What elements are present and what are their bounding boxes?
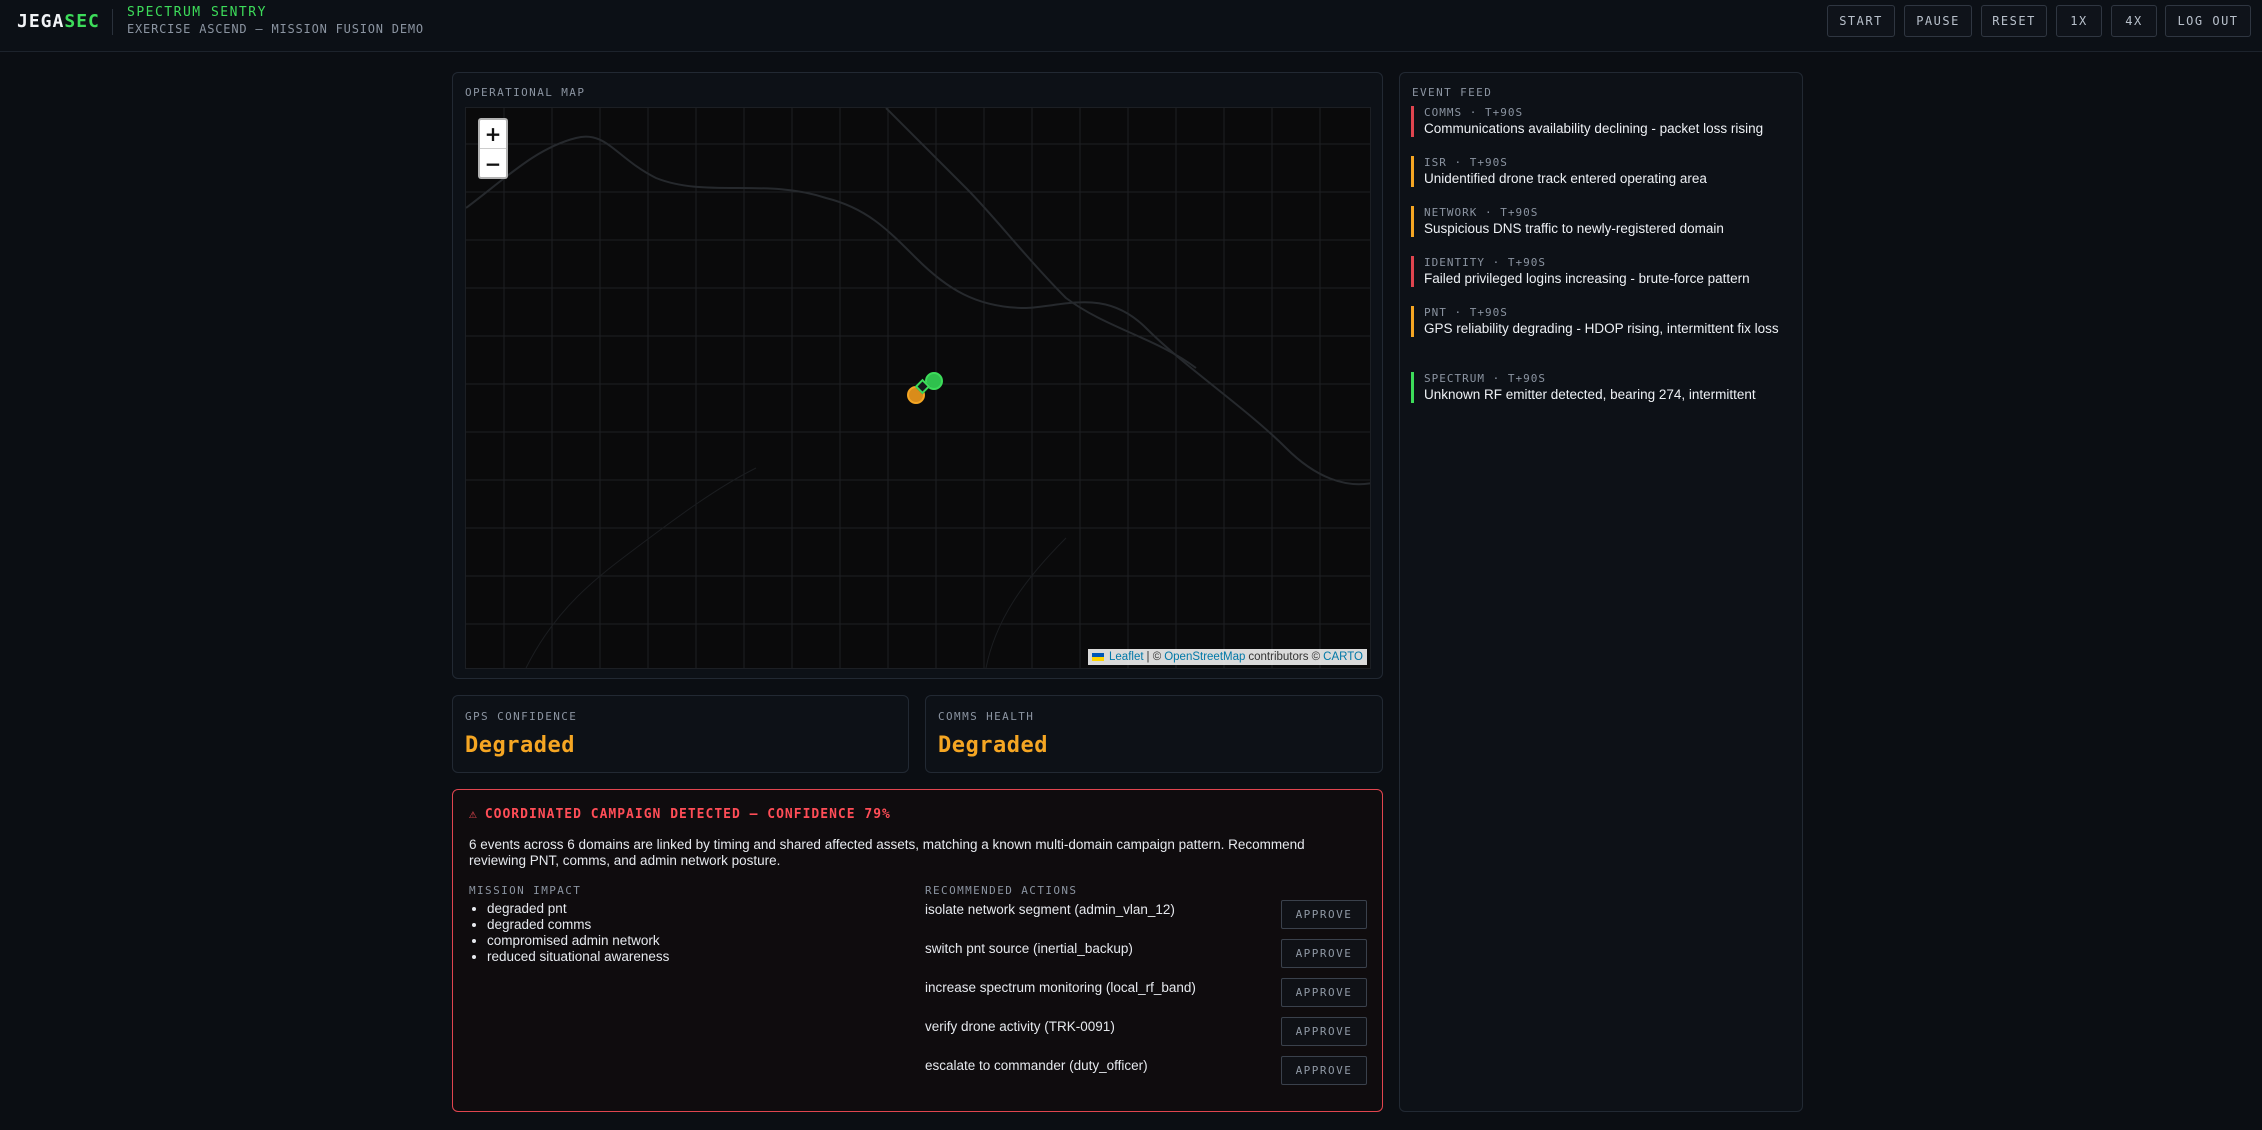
pause-button[interactable]: PAUSE	[1904, 5, 1972, 37]
action-item: increase spectrum monitoring (local_rf_b…	[925, 980, 1196, 995]
osm-link[interactable]: OpenStreetMap	[1164, 651, 1245, 663]
event-meta: IDENTITY · T+90S	[1424, 256, 1546, 269]
event-item[interactable]: ISR · T+90S Unidentified drone track ent…	[1411, 156, 1791, 187]
carto-link[interactable]: CARTO	[1323, 651, 1363, 663]
action-item: isolate network segment (admin_vlan_12)	[925, 902, 1175, 917]
event-meta: PNT · T+90S	[1424, 306, 1508, 319]
event-text: Suspicious DNS traffic to newly-register…	[1424, 221, 1724, 236]
impact-item: compromised admin network	[487, 933, 669, 949]
approve-button[interactable]: APPROVE	[1281, 1017, 1367, 1046]
gps-confidence-value: Degraded	[465, 733, 575, 758]
speed-4x-button[interactable]: 4X	[2111, 5, 2157, 37]
action-item: verify drone activity (TRK-0091)	[925, 1019, 1115, 1034]
event-text: Failed privileged logins increasing - br…	[1424, 271, 1750, 286]
map-attribution: Leaflet | © OpenStreetMap contributors ©…	[1088, 649, 1367, 665]
gps-confidence-label: GPS CONFIDENCE	[465, 710, 578, 723]
event-item[interactable]: SPECTRUM · T+90S Unknown RF emitter dete…	[1411, 372, 1791, 403]
header-divider	[112, 9, 113, 35]
action-item: switch pnt source (inertial_backup)	[925, 941, 1133, 956]
alert-title: ⚠ COORDINATED CAMPAIGN DETECTED — CONFID…	[469, 807, 891, 822]
recommended-actions-label: RECOMMENDED ACTIONS	[925, 884, 1078, 897]
event-meta: COMMS · T+90S	[1424, 106, 1524, 119]
approve-button[interactable]: APPROVE	[1281, 939, 1367, 968]
alert-description: 6 events across 6 domains are linked by …	[469, 837, 1305, 868]
operational-map[interactable]: + − Leaflet | © OpenStreetMap contributo…	[465, 107, 1371, 669]
comms-health-value: Degraded	[938, 733, 1048, 758]
warning-icon: ⚠	[469, 807, 478, 822]
impact-item: degraded pnt	[487, 901, 669, 917]
event-item[interactable]: IDENTITY · T+90S Failed privileged login…	[1411, 256, 1791, 287]
event-item[interactable]: COMMS · T+90S Communications availabilit…	[1411, 106, 1791, 137]
ukraine-flag-icon	[1092, 653, 1105, 661]
impact-item: reduced situational awareness	[487, 949, 669, 965]
gps-confidence-card: GPS CONFIDENCE Degraded	[452, 695, 909, 773]
event-item[interactable]: PNT · T+90S GPS reliability degrading - …	[1411, 306, 1791, 337]
event-feed-label: EVENT FEED	[1412, 86, 1493, 99]
approve-button[interactable]: APPROVE	[1281, 978, 1367, 1007]
speed-1x-button[interactable]: 1X	[2056, 5, 2102, 37]
event-item[interactable]: NETWORK · T+90S Suspicious DNS traffic t…	[1411, 206, 1791, 237]
event-text: Unknown RF emitter detected, bearing 274…	[1424, 387, 1756, 402]
event-text: Unidentified drone track entered operati…	[1424, 171, 1707, 186]
reset-button[interactable]: RESET	[1981, 5, 2047, 37]
logout-button[interactable]: LOG OUT	[2165, 5, 2251, 37]
event-feed-panel: EVENT FEED COMMS · T+90S Communications …	[1399, 72, 1803, 1112]
comms-health-label: COMMS HEALTH	[938, 710, 1035, 723]
zoom-in-button[interactable]: +	[480, 120, 506, 149]
zoom-control: + −	[478, 118, 508, 179]
comms-health-card: COMMS HEALTH Degraded	[925, 695, 1383, 773]
event-meta: NETWORK · T+90S	[1424, 206, 1539, 219]
impact-item: degraded comms	[487, 917, 669, 933]
leaflet-link[interactable]: Leaflet	[1109, 651, 1144, 663]
event-meta: ISR · T+90S	[1424, 156, 1508, 169]
event-text: Communications availability declining - …	[1424, 121, 1764, 136]
start-button[interactable]: START	[1827, 5, 1895, 37]
brand-logo: JEGASEC	[17, 11, 100, 32]
approve-button[interactable]: APPROVE	[1281, 1056, 1367, 1085]
app-subtitle: EXERCISE ASCEND — MISSION FUSION DEMO	[127, 22, 424, 36]
approve-button[interactable]: APPROVE	[1281, 900, 1367, 929]
map-panel-label: OPERATIONAL MAP	[465, 86, 586, 99]
event-text: GPS reliability degrading - HDOP rising,…	[1424, 321, 1779, 336]
action-item: escalate to commander (duty_officer)	[925, 1058, 1148, 1073]
app-header: JEGASEC SPECTRUM SENTRY EXERCISE ASCEND …	[0, 0, 2262, 52]
mission-impact-list: degraded pnt degraded comms compromised …	[487, 901, 669, 965]
app-title: SPECTRUM SENTRY	[127, 5, 267, 20]
mission-impact-label: MISSION IMPACT	[469, 884, 582, 897]
zoom-out-button[interactable]: −	[480, 149, 506, 178]
event-meta: SPECTRUM · T+90S	[1424, 372, 1546, 385]
campaign-alert: ⚠ COORDINATED CAMPAIGN DETECTED — CONFID…	[452, 789, 1383, 1112]
